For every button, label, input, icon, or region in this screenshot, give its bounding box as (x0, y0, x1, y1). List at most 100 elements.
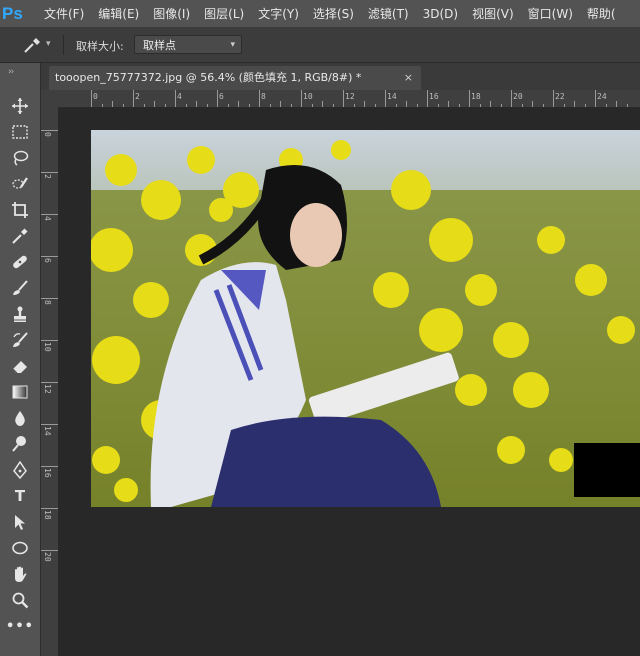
ruler-minor-tick (616, 101, 617, 107)
options-divider (63, 35, 64, 55)
close-icon[interactable]: × (404, 66, 413, 90)
ruler-minor-tick (353, 104, 355, 107)
ruler-major-tick (595, 90, 596, 107)
sample-size-select[interactable]: 取样点 ▾ (134, 35, 242, 54)
ruler-label: 6 (43, 258, 52, 263)
ruler-minor-tick (626, 104, 628, 107)
ruler-minor-tick (584, 104, 586, 107)
ruler-minor-tick (112, 101, 113, 107)
path-select-tool-icon[interactable] (9, 511, 31, 533)
more-tools-icon[interactable]: ••• (6, 615, 33, 637)
zoom-tool-icon[interactable] (9, 589, 31, 611)
ruler-major-tick (41, 550, 58, 551)
type-tool-icon[interactable]: T (9, 485, 31, 507)
ruler-corner[interactable] (41, 90, 58, 107)
ruler-label: 22 (555, 92, 565, 101)
ruler-label: 12 (43, 384, 52, 394)
chevron-down-icon: ▾ (230, 40, 235, 50)
menu-type[interactable]: 文字(Y) (258, 5, 299, 22)
history-brush-tool-icon[interactable] (9, 329, 31, 351)
ruler-minor-tick (532, 101, 533, 107)
ruler-major-tick (301, 90, 302, 107)
menu-image[interactable]: 图像(I) (153, 5, 190, 22)
ruler-minor-tick (563, 104, 565, 107)
healing-brush-tool-icon[interactable] (9, 251, 31, 273)
ruler-major-tick (343, 90, 344, 107)
menu-window[interactable]: 窗口(W) (528, 5, 573, 22)
menu-3d[interactable]: 3D(D) (423, 7, 458, 21)
ruler-major-tick (385, 90, 386, 107)
menu-help[interactable]: 帮助( (587, 5, 616, 22)
ruler-label: 2 (43, 174, 52, 179)
ruler-label: 2 (135, 92, 140, 101)
color-swatch-black (574, 443, 640, 497)
clone-stamp-tool-icon[interactable] (9, 303, 31, 325)
ruler-major-tick (217, 90, 218, 107)
ruler-minor-tick (500, 104, 502, 107)
menu-filter[interactable]: 滤镜(T) (368, 5, 409, 22)
marquee-tool-icon[interactable] (9, 121, 31, 143)
ruler-label: 20 (43, 552, 52, 562)
ruler-label: 8 (261, 92, 266, 101)
tools-panel: ›› T ••• (0, 63, 41, 656)
ruler-major-tick (511, 90, 512, 107)
menu-bar: Ps 文件(F) 编辑(E) 图像(I) 图层(L) 文字(Y) 选择(S) 滤… (0, 0, 640, 27)
document-image[interactable] (91, 130, 640, 507)
document-tab[interactable]: tooopen_75777372.jpg @ 56.4% (颜色填充 1, RG… (49, 66, 421, 90)
ruler-label: 24 (597, 92, 607, 101)
ruler-minor-tick (437, 104, 439, 107)
gradient-tool-icon[interactable] (9, 381, 31, 403)
lasso-tool-icon[interactable] (9, 147, 31, 169)
quick-select-tool-icon[interactable] (9, 173, 31, 195)
ruler-label: 8 (43, 300, 52, 305)
ruler-minor-tick (605, 104, 607, 107)
ruler-minor-tick (490, 101, 491, 107)
eyedropper-icon[interactable] (22, 36, 42, 54)
tool-preset-chevron-icon[interactable]: ▾ (46, 39, 51, 49)
ruler-minor-tick (227, 104, 229, 107)
ruler-label: 0 (43, 132, 52, 137)
ruler-minor-tick (154, 101, 155, 107)
menu-layer[interactable]: 图层(L) (204, 5, 244, 22)
ruler-label: 18 (471, 92, 481, 101)
ruler-minor-tick (311, 104, 313, 107)
ruler-minor-tick (122, 104, 124, 107)
ruler-minor-tick (280, 101, 281, 107)
brush-tool-icon[interactable] (9, 277, 31, 299)
ruler-label: 14 (43, 426, 52, 436)
ruler-minor-tick (395, 104, 397, 107)
crop-tool-icon[interactable] (9, 199, 31, 221)
eraser-tool-icon[interactable] (9, 355, 31, 377)
blur-tool-icon[interactable] (9, 407, 31, 429)
move-tool-icon[interactable] (9, 95, 31, 117)
ruler-minor-tick (458, 104, 460, 107)
menu-file[interactable]: 文件(F) (44, 5, 84, 22)
hand-tool-icon[interactable] (9, 563, 31, 585)
ruler-minor-tick (196, 101, 197, 107)
ruler-minor-tick (238, 101, 239, 107)
ruler-minor-tick (322, 101, 323, 107)
ruler-label: 10 (43, 342, 52, 352)
ellipse-tool-icon[interactable] (9, 537, 31, 559)
horizontal-ruler[interactable]: 0 2 4 6 8 10 12 14 16 18 20 22 24 (58, 90, 640, 108)
ruler-label: 20 (513, 92, 523, 101)
ruler-major-tick (41, 508, 58, 509)
ruler-major-tick (41, 424, 58, 425)
eyedropper-tool-icon[interactable] (9, 225, 31, 247)
ruler-minor-tick (574, 101, 575, 107)
ruler-minor-tick (185, 104, 187, 107)
ruler-minor-tick (406, 101, 407, 107)
sample-size-value: 取样点 (143, 39, 176, 52)
dodge-tool-icon[interactable] (9, 433, 31, 455)
ruler-major-tick (41, 214, 58, 215)
ruler-label: 16 (43, 468, 52, 478)
menu-edit[interactable]: 编辑(E) (98, 5, 139, 22)
menu-view[interactable]: 视图(V) (472, 5, 514, 22)
pen-tool-icon[interactable] (9, 459, 31, 481)
vertical-ruler[interactable]: 0 2 4 6 8 10 12 14 16 18 20 (41, 107, 59, 656)
menu-select[interactable]: 选择(S) (313, 5, 354, 22)
photo-girl-reading-in-flower-field (91, 130, 640, 507)
panel-collapse-icon[interactable]: ›› (8, 67, 14, 77)
document-tab-title: tooopen_75777372.jpg @ 56.4% (颜色填充 1, RG… (55, 71, 362, 84)
ruler-major-tick (41, 172, 58, 173)
